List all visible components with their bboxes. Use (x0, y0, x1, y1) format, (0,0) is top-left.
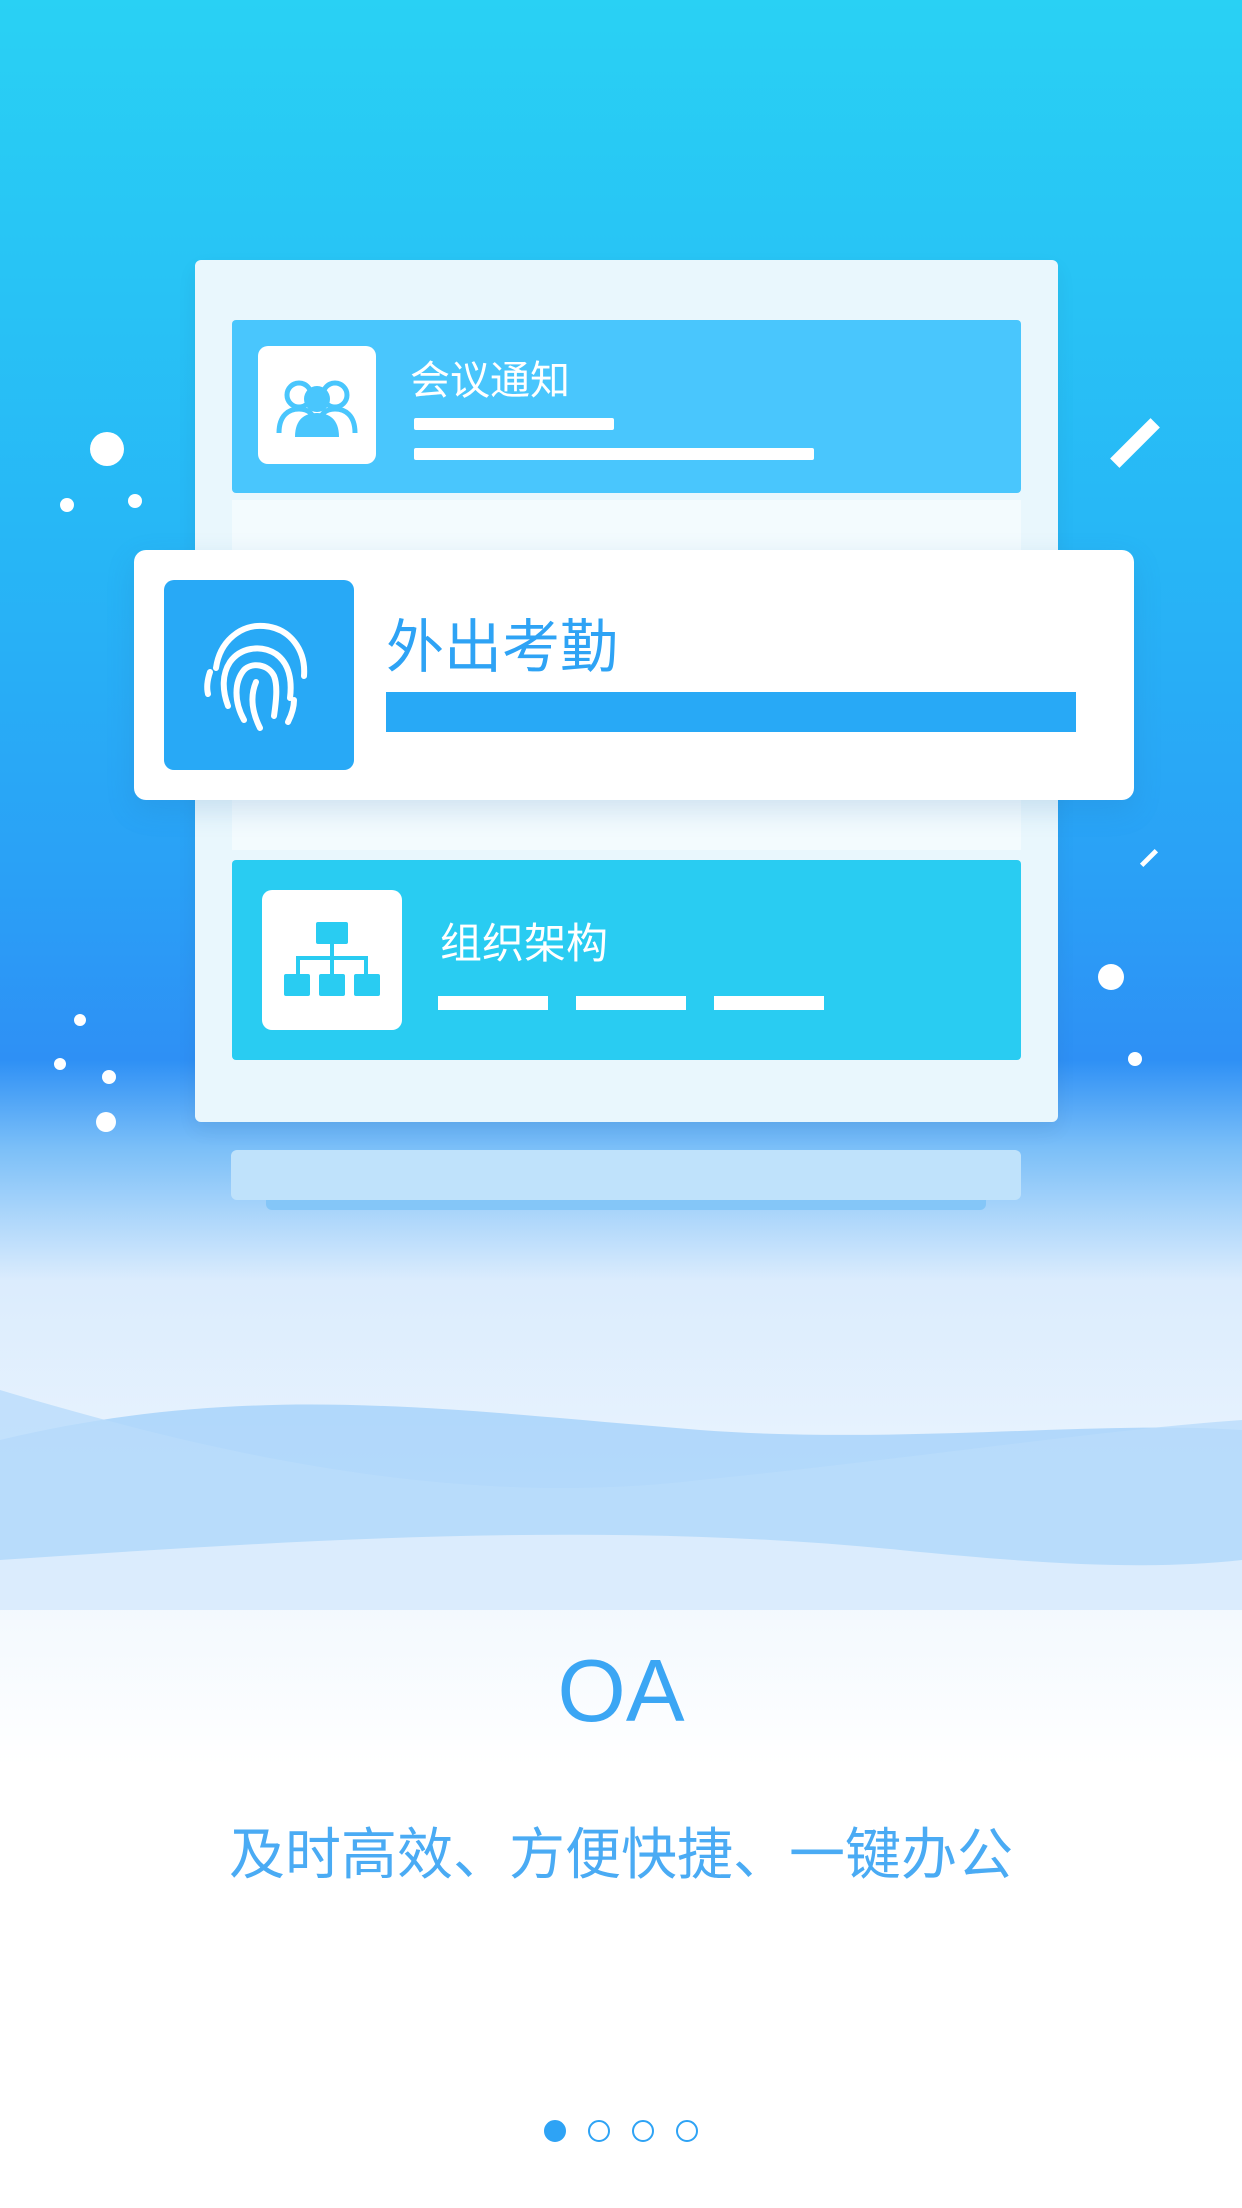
org-structure-title: 组织架构 (440, 919, 609, 968)
page-dot-4[interactable] (676, 2120, 698, 2142)
placeholder-dash (576, 996, 686, 1010)
placeholder-dash (714, 996, 824, 1010)
decor-dot (74, 1014, 86, 1026)
decor-dot (102, 1070, 116, 1084)
decor-dot (1098, 964, 1124, 990)
decor-dot (90, 432, 124, 466)
app-slogan: 及时高效、方便快捷、一键办公 (229, 1823, 1013, 1888)
page-dot-3[interactable] (632, 2120, 654, 2142)
meeting-icon-box (258, 346, 376, 464)
decor-dot (1128, 1052, 1142, 1066)
app-brand: OA (557, 1641, 685, 1740)
org-structure-card: 组织架构 (232, 860, 1021, 1060)
page-dot-2[interactable] (588, 2120, 610, 2142)
decor-dot (54, 1058, 66, 1070)
placeholder-line (414, 448, 814, 460)
org-chart-icon (284, 922, 380, 996)
attendance-card[interactable]: 外出考勤 (134, 550, 1134, 800)
wave-decoration (0, 1390, 1242, 1610)
attendance-icon-box (164, 580, 354, 770)
placeholder-line (414, 418, 614, 430)
meeting-notice-card: 会议通知 (232, 320, 1021, 493)
decor-dot (60, 498, 74, 512)
attendance-title: 外出考勤 (386, 613, 619, 681)
decor-dot (128, 494, 142, 508)
org-icon-box (262, 890, 402, 1030)
attendance-bar (386, 692, 1076, 732)
page-dot-1[interactable] (544, 2120, 566, 2142)
people-icon (276, 380, 358, 437)
card-stack-layer (231, 1150, 1021, 1200)
meeting-notice-title: 会议通知 (410, 358, 570, 404)
fingerprint-icon (204, 622, 308, 731)
decor-dot (96, 1112, 116, 1132)
placeholder-dash (438, 996, 548, 1010)
page-indicator (0, 2120, 1242, 2150)
